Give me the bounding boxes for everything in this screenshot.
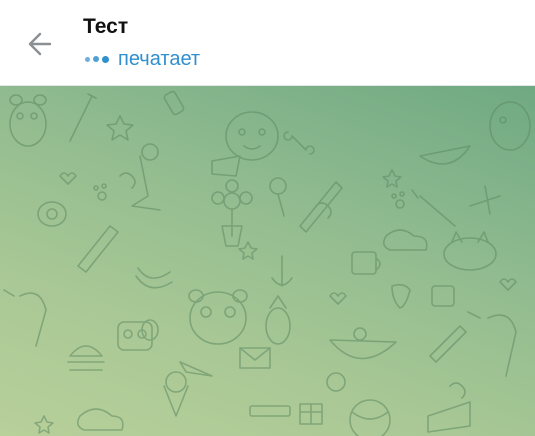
chat-title: Тест (83, 15, 129, 38)
chat-header: Тест печатает (0, 0, 535, 86)
chat-screen: Тест печатает (0, 0, 535, 436)
typing-status: печатает (83, 47, 200, 71)
doodle-pattern (3, 90, 531, 436)
arrow-left-icon (28, 32, 52, 56)
chat-wallpaper (0, 86, 535, 436)
chat-title-block[interactable]: Тест печатает (83, 14, 200, 71)
typing-dots-icon (85, 55, 112, 63)
typing-status-text: печатает (118, 48, 201, 70)
back-button[interactable] (18, 22, 62, 66)
